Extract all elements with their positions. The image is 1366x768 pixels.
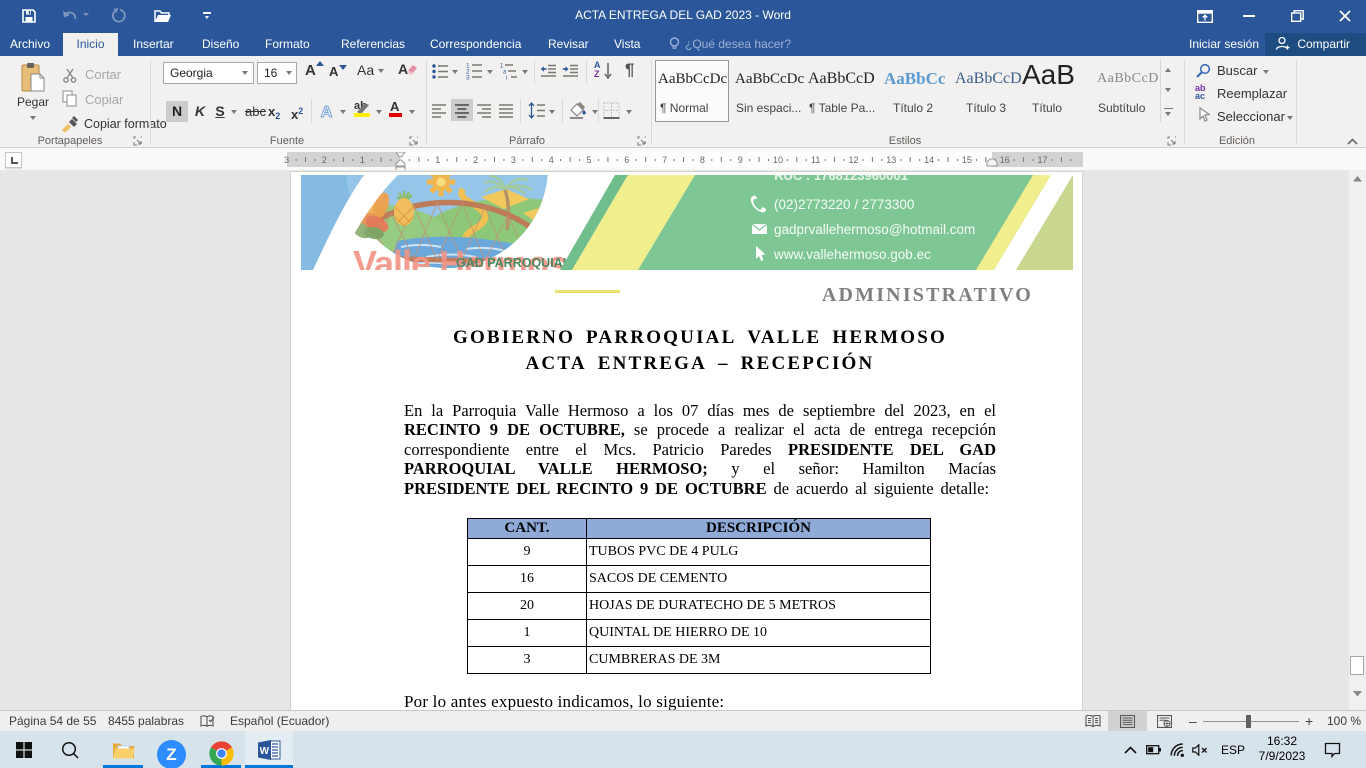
- svg-text:6: 6: [624, 155, 629, 165]
- svg-text:GAD PARROQUIAL: GAD PARROQUIAL: [456, 256, 571, 270]
- svg-text:5: 5: [586, 155, 591, 165]
- svg-text:10: 10: [773, 155, 783, 165]
- svg-text:www.vallehermoso.gob.ec: www.vallehermoso.gob.ec: [773, 247, 931, 262]
- svg-text:12: 12: [848, 155, 858, 165]
- svg-text:1: 1: [360, 155, 365, 165]
- svg-text:9: 9: [738, 155, 743, 165]
- svg-text:14: 14: [924, 155, 934, 165]
- svg-text:7: 7: [662, 155, 667, 165]
- svg-text:11: 11: [811, 155, 820, 165]
- svg-text:8: 8: [700, 155, 705, 165]
- svg-text:RUC : 1768123960001: RUC : 1768123960001: [774, 175, 908, 183]
- svg-text:3: 3: [511, 155, 516, 165]
- svg-text:2: 2: [322, 155, 327, 165]
- svg-text:4: 4: [549, 155, 554, 165]
- svg-text:A: A: [321, 104, 333, 120]
- svg-text:16: 16: [1000, 155, 1010, 165]
- svg-text:i: i: [506, 76, 507, 81]
- svg-text:(02)2773220 / 2773300: (02)2773220 / 2773300: [774, 197, 914, 212]
- svg-text:gadprvallehermoso@hotmail.com: gadprvallehermoso@hotmail.com: [774, 222, 975, 237]
- svg-text:15: 15: [962, 155, 972, 165]
- svg-text:17: 17: [1037, 155, 1047, 165]
- svg-text:3: 3: [466, 75, 470, 81]
- svg-text:2: 2: [473, 155, 478, 165]
- svg-text:3: 3: [284, 155, 289, 165]
- svg-text:1: 1: [435, 155, 440, 165]
- svg-text:13: 13: [886, 155, 896, 165]
- svg-text:W: W: [260, 746, 270, 757]
